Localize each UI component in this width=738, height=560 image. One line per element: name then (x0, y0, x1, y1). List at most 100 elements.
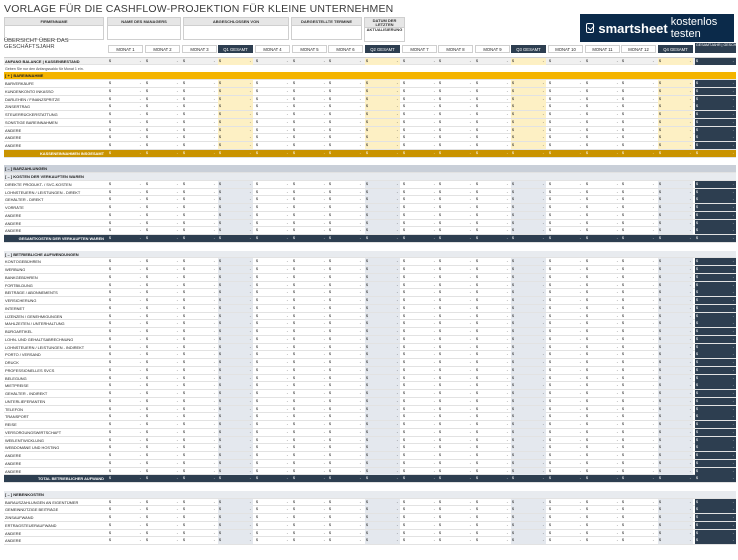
value-cell[interactable]: $ - (365, 297, 400, 304)
value-cell[interactable]: $ - (475, 274, 510, 281)
value-cell[interactable]: $ - (402, 88, 437, 95)
value-cell[interactable]: $ - (695, 428, 736, 436)
value-cell[interactable]: $ - (585, 189, 620, 196)
value-cell[interactable]: $ - (365, 273, 400, 281)
value-cell[interactable]: $ - (328, 328, 363, 335)
value-cell[interactable]: $ - (402, 460, 437, 467)
value-cell[interactable]: $ - (145, 88, 180, 95)
value-cell[interactable]: $ - (255, 367, 290, 374)
value-cell[interactable]: $ - (328, 258, 363, 265)
value-cell[interactable]: $ - (255, 475, 290, 482)
value-cell[interactable]: $ - (145, 127, 180, 134)
value-cell[interactable]: $ - (402, 429, 437, 436)
value-cell[interactable]: $ - (182, 127, 217, 134)
value-cell[interactable]: $ - (475, 150, 510, 157)
value-cell[interactable]: $ - (402, 344, 437, 351)
value-cell[interactable]: $ - (182, 282, 217, 289)
value-cell[interactable]: $ - (218, 134, 253, 142)
value-cell[interactable]: $ - (585, 336, 620, 343)
value-cell[interactable]: $ - (328, 506, 363, 513)
value-cell[interactable]: $ - (585, 220, 620, 227)
value-cell[interactable]: $ - (511, 235, 546, 242)
category-header[interactable]: [ – ] BETRIEBLICHE AUFWENDUNGEN (4, 250, 736, 259)
value-cell[interactable]: $ - (218, 366, 253, 374)
value-cell[interactable]: $ - (511, 103, 546, 111)
value-cell[interactable]: $ - (255, 351, 290, 358)
value-cell[interactable]: $ - (182, 514, 217, 521)
value-cell[interactable]: $ - (511, 521, 546, 529)
value-cell[interactable]: $ - (218, 382, 253, 390)
value-cell[interactable]: $ - (292, 499, 327, 506)
value-cell[interactable]: $ - (548, 522, 583, 529)
value-cell[interactable]: $ - (292, 351, 327, 358)
value-cell[interactable]: $ - (475, 258, 510, 265)
value-cell[interactable]: $ - (402, 282, 437, 289)
value-cell[interactable]: $ - (548, 336, 583, 343)
value-cell[interactable]: $ - (218, 521, 253, 529)
value-cell[interactable]: $ - (585, 274, 620, 281)
value-cell[interactable]: $ - (218, 58, 253, 65)
value-cell[interactable]: $ - (292, 406, 327, 413)
value-cell[interactable]: $ - (438, 413, 473, 420)
value-cell[interactable]: $ - (695, 196, 736, 204)
value-cell[interactable]: $ - (585, 181, 620, 188)
value-cell[interactable]: $ - (695, 397, 736, 405)
value-cell[interactable]: $ - (621, 266, 656, 273)
value-cell[interactable]: $ - (658, 328, 693, 335)
value-cell[interactable]: $ - (108, 80, 143, 87)
value-cell[interactable]: $ - (182, 320, 217, 327)
category-header[interactable]: [ – ] NEBENKOSTEN (4, 490, 736, 499)
value-cell[interactable]: $ - (328, 189, 363, 196)
value-cell[interactable]: $ - (182, 181, 217, 188)
value-cell[interactable]: $ - (658, 103, 693, 111)
value-cell[interactable]: $ - (438, 359, 473, 366)
value-cell[interactable]: $ - (402, 499, 437, 506)
value-cell[interactable]: $ - (218, 436, 253, 444)
value-cell[interactable]: $ - (402, 196, 437, 203)
value-cell[interactable]: $ - (511, 421, 546, 428)
value-cell[interactable]: $ - (218, 374, 253, 382)
value-cell[interactable]: $ - (475, 103, 510, 110)
value-cell[interactable]: $ - (402, 359, 437, 366)
value-cell[interactable]: $ - (328, 367, 363, 374)
value-cell[interactable]: $ - (402, 142, 437, 149)
value-cell[interactable]: $ - (255, 305, 290, 312)
value-cell[interactable]: $ - (108, 103, 143, 110)
value-cell[interactable]: $ - (585, 88, 620, 95)
value-cell[interactable]: $ - (402, 58, 437, 65)
value-cell[interactable]: $ - (548, 196, 583, 203)
value-cell[interactable]: $ - (145, 444, 180, 451)
value-cell[interactable]: $ - (145, 359, 180, 366)
value-cell[interactable]: $ - (402, 96, 437, 103)
value-cell[interactable]: $ - (438, 111, 473, 118)
value-cell[interactable]: $ - (365, 529, 400, 537)
value-cell[interactable]: $ - (145, 437, 180, 444)
value-cell[interactable]: $ - (438, 336, 473, 343)
value-cell[interactable]: $ - (475, 390, 510, 397)
value-cell[interactable]: $ - (475, 413, 510, 420)
value-cell[interactable]: $ - (292, 375, 327, 382)
value-cell[interactable]: $ - (621, 320, 656, 327)
value-cell[interactable]: $ - (548, 142, 583, 149)
value-cell[interactable]: $ - (108, 150, 143, 157)
value-cell[interactable]: $ - (402, 220, 437, 227)
value-cell[interactable]: $ - (438, 58, 473, 65)
value-cell[interactable]: $ - (585, 142, 620, 149)
value-cell[interactable]: $ - (145, 499, 180, 506)
value-cell[interactable]: $ - (658, 281, 693, 289)
value-cell[interactable]: $ - (621, 344, 656, 351)
value-cell[interactable]: $ - (402, 258, 437, 265)
value-cell[interactable]: $ - (292, 390, 327, 397)
value-cell[interactable]: $ - (658, 351, 693, 359)
value-cell[interactable]: $ - (108, 437, 143, 444)
value-cell[interactable]: $ - (402, 103, 437, 110)
value-cell[interactable]: $ - (108, 189, 143, 196)
value-cell[interactable]: $ - (365, 498, 400, 506)
value-cell[interactable]: $ - (438, 204, 473, 211)
value-cell[interactable]: $ - (511, 413, 546, 421)
value-cell[interactable]: $ - (475, 111, 510, 118)
value-cell[interactable]: $ - (402, 320, 437, 327)
value-cell[interactable]: $ - (328, 313, 363, 320)
value-cell[interactable]: $ - (695, 297, 736, 304)
value-cell[interactable]: $ - (328, 266, 363, 273)
